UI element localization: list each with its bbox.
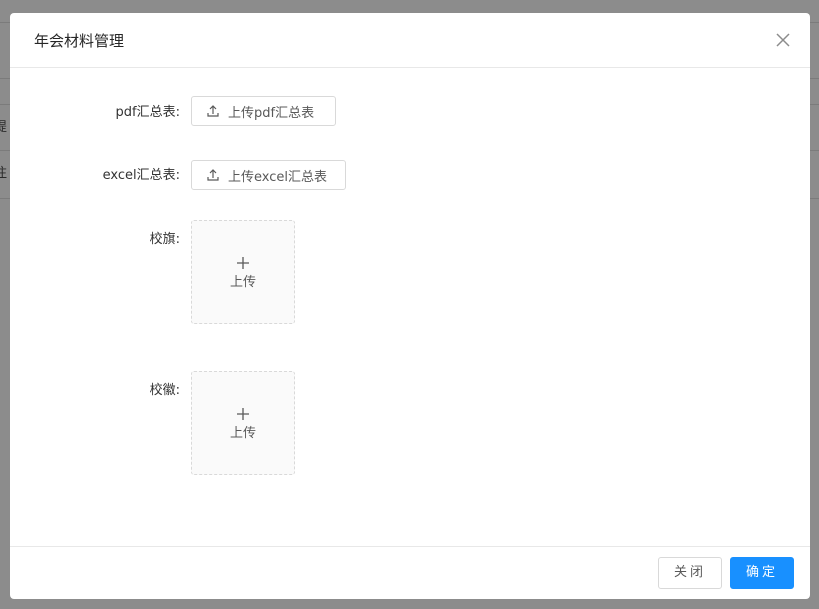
upload-icon [207,105,219,117]
school-flag-label: 校旗: [149,232,180,247]
excel-summary-label: excel汇总表: [102,168,180,183]
school-emblem-label: 校徽: [149,383,180,398]
school-flag-upload[interactable]: 上传 [191,220,295,324]
confirm-button[interactable]: 确定 [730,557,794,589]
close-button[interactable]: 关闭 [658,557,722,589]
upload-pdf-button-label: 上传pdf汇总表 [228,105,315,121]
pdf-summary-label: pdf汇总表: [115,105,180,120]
upload-excel-button[interactable]: 上传excel汇总表 [191,160,346,190]
plus-icon [236,255,250,269]
close-icon[interactable] [775,32,791,48]
upload-excel-button-label: 上传excel汇总表 [228,169,327,185]
school-emblem-upload[interactable]: 上传 [191,371,295,475]
upload-pdf-button[interactable]: 上传pdf汇总表 [191,96,336,126]
bg-text-fragment: 提 [0,120,8,135]
upload-materials-dialog: 年会材料管理 pdf汇总表: 上传pdf汇总表 excel汇总表: 上传exce… [10,13,810,599]
plus-icon [236,406,250,420]
school-emblem-upload-text: 上传 [229,426,256,441]
bg-text-fragment: 注 [0,166,8,181]
dialog-title: 年会材料管理 [34,32,125,50]
upload-icon [207,169,219,181]
dialog-header: 年会材料管理 [10,13,810,68]
dialog-footer: 关闭 确定 [10,546,810,599]
school-flag-upload-text: 上传 [229,275,256,290]
